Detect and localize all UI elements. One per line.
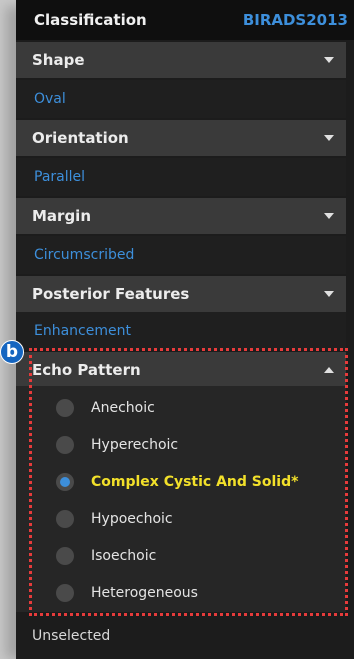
panel-title: Classification — [34, 11, 147, 29]
chevron-down-icon — [324, 213, 334, 219]
radio-icon[interactable] — [56, 436, 74, 454]
chevron-down-icon — [324, 291, 334, 297]
section-label: Echo Pattern — [32, 361, 141, 379]
section-header-shape[interactable]: Shape — [16, 42, 346, 78]
option-label: Isoechoic — [91, 548, 157, 564]
radio-icon[interactable] — [56, 584, 74, 602]
radio-option-anechoic[interactable]: Anechoic — [16, 390, 346, 426]
option-label: Hypoechoic — [91, 511, 173, 527]
section-header-margin[interactable]: Margin — [16, 198, 346, 234]
section-value-orientation: Parallel — [16, 158, 346, 196]
section-label: Orientation — [32, 129, 129, 147]
radio-icon[interactable] — [56, 399, 74, 417]
section-label: Margin — [32, 207, 92, 225]
chevron-down-icon — [324, 135, 334, 141]
radio-option-hypoechoic[interactable]: Hypoechoic — [16, 501, 346, 537]
section-header-orientation[interactable]: Orientation — [16, 120, 346, 156]
radio-option-hyperechoic[interactable]: Hyperechoic — [16, 427, 346, 463]
chevron-down-icon — [324, 57, 334, 63]
radio-option-complex-cystic-and-solid[interactable]: Complex Cystic And Solid* — [16, 464, 346, 500]
radio-icon[interactable] — [56, 510, 74, 528]
section-value-posterior-features: Enhancement — [16, 312, 346, 350]
section-header-echo-pattern[interactable]: Echo Pattern — [16, 352, 346, 388]
option-label: Hyperechoic — [91, 437, 179, 453]
option-label: Heterogeneous — [91, 585, 198, 601]
section-label: Shape — [32, 51, 85, 69]
radio-option-heterogeneous[interactable]: Heterogeneous — [16, 575, 346, 611]
echo-pattern-options: Anechoic Hyperechoic Complex Cystic And … — [16, 386, 346, 612]
option-label: Anechoic — [91, 400, 155, 416]
option-label: Complex Cystic And Solid* — [91, 474, 299, 490]
section-value-shape: Oval — [16, 80, 346, 118]
section-value-margin: Circumscribed — [16, 236, 346, 274]
radio-option-isoechoic[interactable]: Isoechoic — [16, 538, 346, 574]
status-footer: Unselected — [16, 618, 346, 654]
section-header-posterior-features[interactable]: Posterior Features — [16, 276, 346, 312]
section-label: Posterior Features — [32, 285, 190, 303]
radio-icon[interactable] — [56, 547, 74, 565]
annotation-badge: b — [0, 340, 24, 364]
standard-label[interactable]: BIRADS2013 — [243, 11, 348, 29]
panel-header: Classification BIRADS2013 — [16, 0, 354, 40]
radio-selected-icon[interactable] — [56, 473, 74, 491]
chevron-up-icon — [324, 367, 334, 373]
